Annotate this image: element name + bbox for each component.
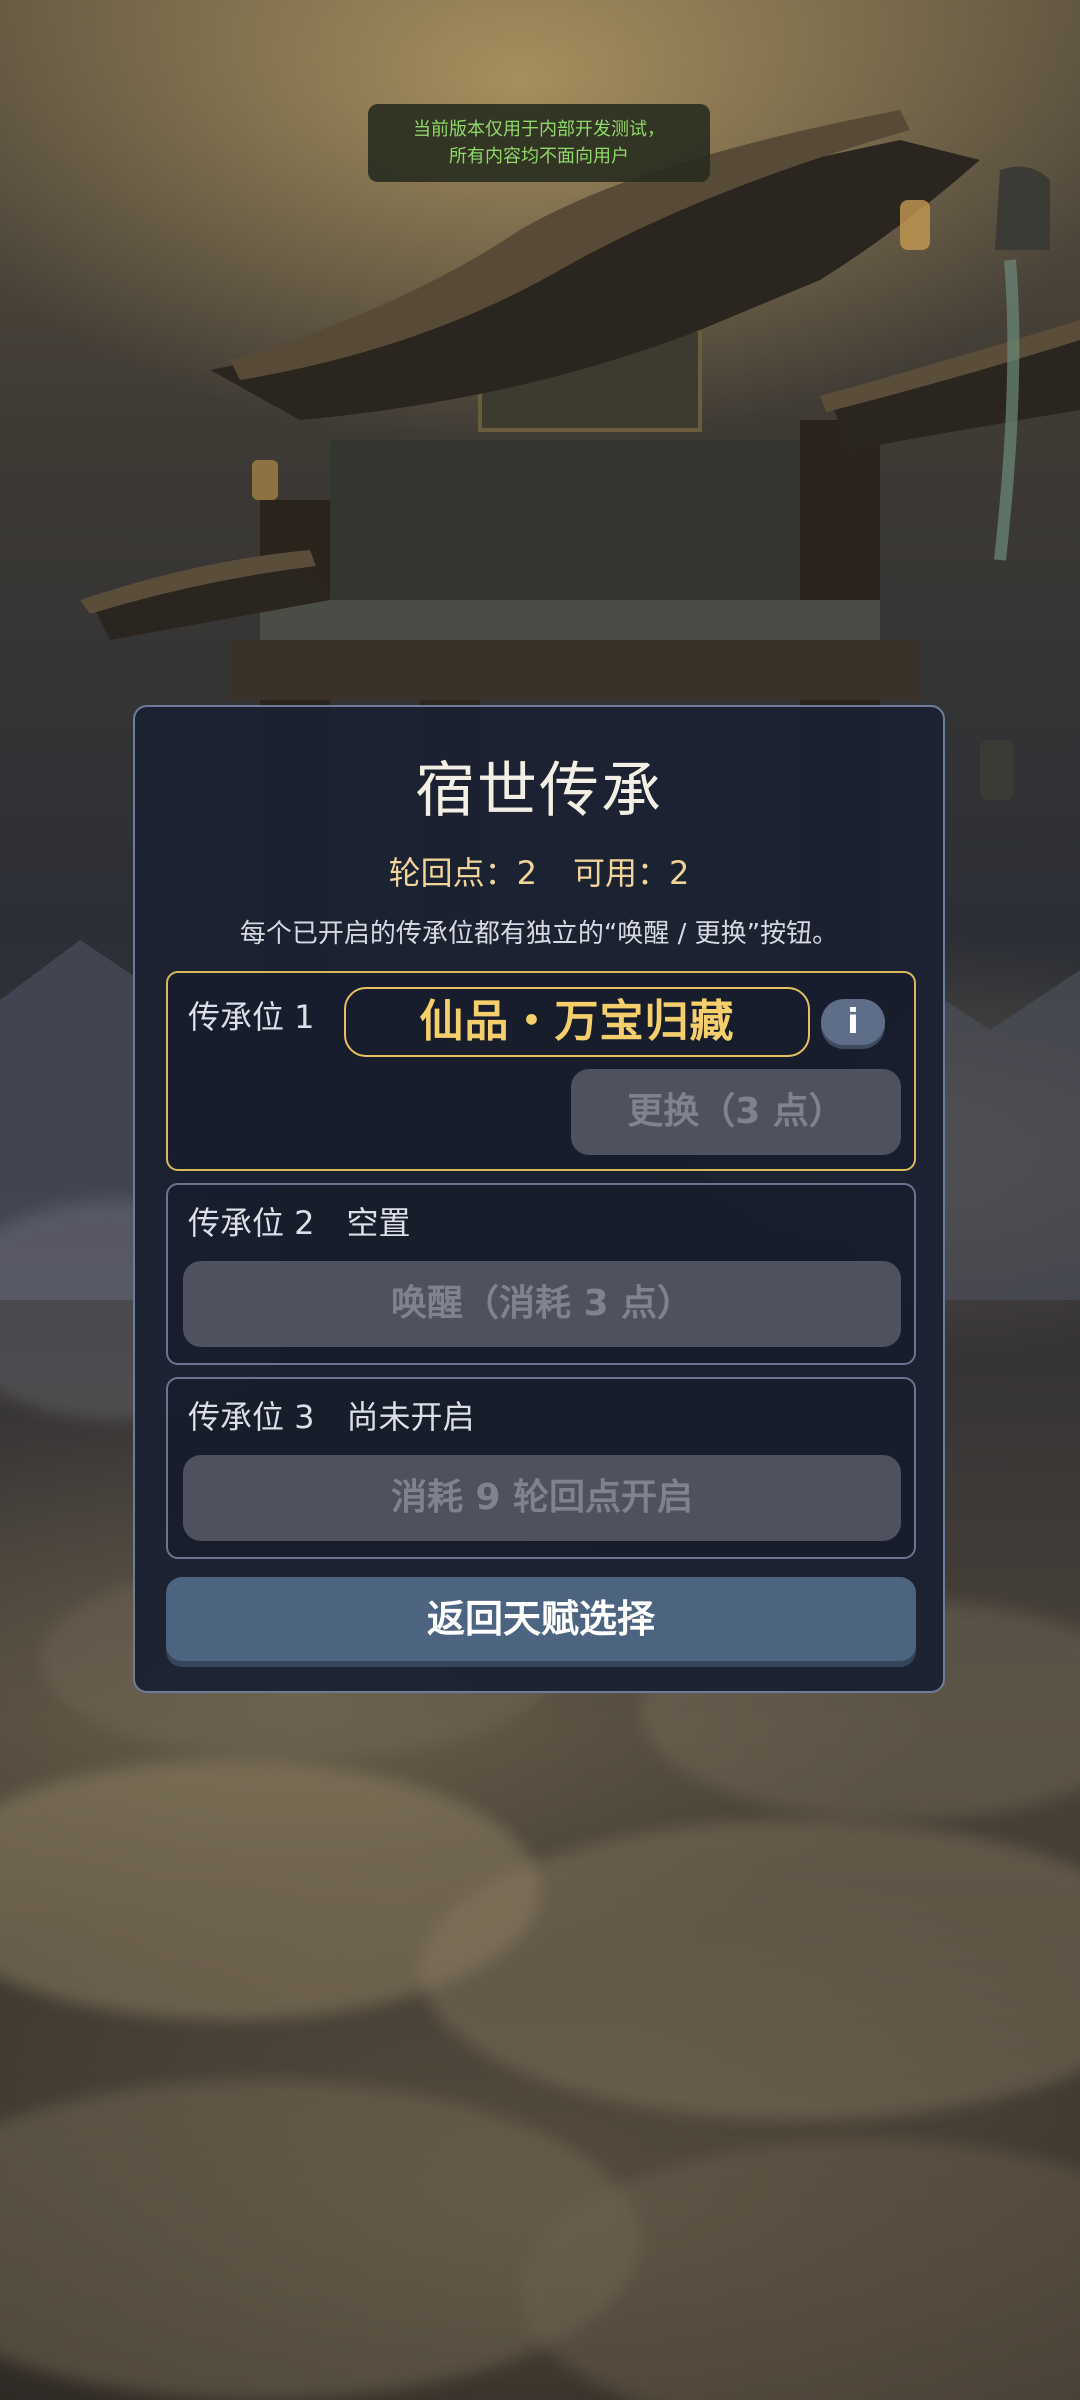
inheritance-slot-1: 传承位 1 仙品・万宝归藏 i 更换（3 点） xyxy=(166,971,916,1171)
dialog-hint: 每个已开启的传承位都有独立的“唤醒 / 更换”按钮。 xyxy=(239,919,839,949)
inheritance-dialog: 宿世传承 轮回点：2 可用：2 每个已开启的传承位都有独立的“唤醒 / 更换”按钮… xyxy=(133,705,945,1693)
inheritance-slot-3: 传承位 3 尚未开启 消耗 9 轮回点开启 xyxy=(166,1377,916,1559)
points-summary: 轮回点：2 可用：2 xyxy=(135,851,943,895)
reincarnation-points: 轮回点：2 xyxy=(388,854,537,892)
slot-1-talent[interactable]: 仙品・万宝归藏 xyxy=(344,987,810,1057)
dev-notice-line-1: 当前版本仅用于内部开发测试， xyxy=(413,119,665,140)
slot-2-label: 传承位 2 空置 xyxy=(188,1204,411,1242)
slot-3-label: 传承位 3 尚未开启 xyxy=(188,1398,475,1436)
back-to-talent-button[interactable]: 返回天赋选择 xyxy=(166,1577,916,1661)
dialog-title: 宿世传承 xyxy=(415,756,663,826)
dev-notice-line-2: 所有内容均不面向用户 xyxy=(449,146,629,167)
awaken-button[interactable]: 唤醒（消耗 3 点） xyxy=(183,1261,901,1347)
info-icon[interactable]: i xyxy=(821,999,885,1045)
available-points: 可用：2 xyxy=(573,854,690,892)
slot-1-label: 传承位 1 xyxy=(188,998,315,1036)
dev-test-notice: 当前版本仅用于内部开发测试， 所有内容均不面向用户 xyxy=(368,104,710,182)
replace-button[interactable]: 更换（3 点） xyxy=(571,1069,901,1155)
inheritance-slot-2: 传承位 2 空置 唤醒（消耗 3 点） xyxy=(166,1183,916,1365)
unlock-slot-button[interactable]: 消耗 9 轮回点开启 xyxy=(183,1455,901,1541)
